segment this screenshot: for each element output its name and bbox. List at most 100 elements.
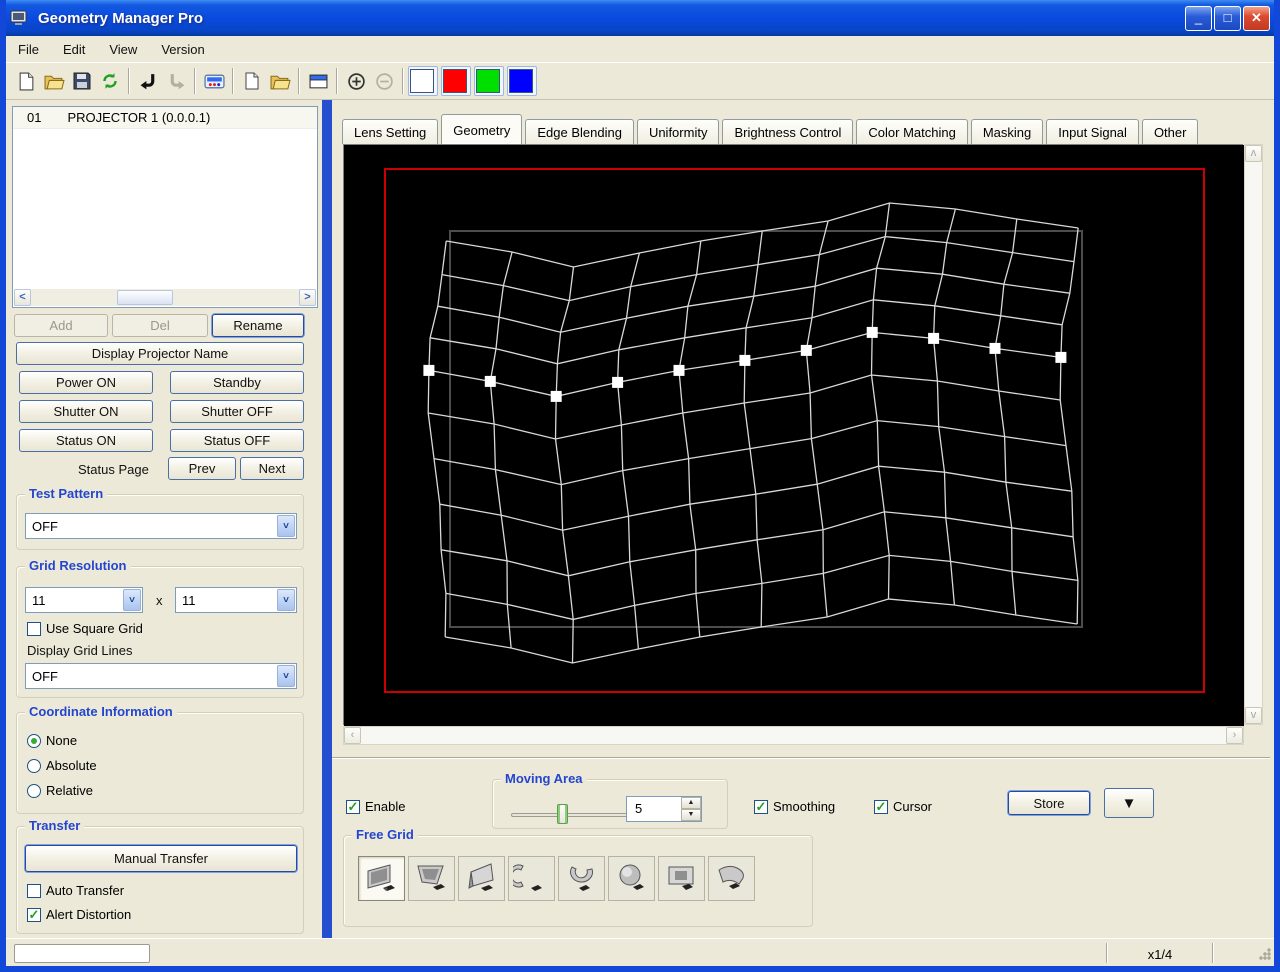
- tab-geometry[interactable]: Geometry: [441, 114, 523, 144]
- grid-v-select[interactable]: 11 ˅: [175, 587, 297, 613]
- smoothing-checkbox[interactable]: ✓ Smoothing: [754, 799, 835, 814]
- distortion-grid[interactable]: [344, 145, 1244, 726]
- refresh-icon[interactable]: [96, 67, 124, 95]
- spin-down-icon[interactable]: ▼: [681, 809, 701, 821]
- radio-circle[interactable]: [27, 758, 41, 773]
- free-grid-flat-screen-button[interactable]: [358, 856, 405, 901]
- chevron-down-icon[interactable]: ˅: [123, 589, 141, 611]
- new-document-icon[interactable]: [238, 67, 266, 95]
- free-grid-cylinder-concave-button[interactable]: [508, 856, 555, 901]
- checkbox-box[interactable]: [27, 883, 41, 898]
- menu-edit[interactable]: Edit: [51, 38, 97, 61]
- coordinate-radio-absolute[interactable]: Absolute: [27, 758, 97, 773]
- shutter-off-button[interactable]: Shutter OFF: [170, 400, 304, 423]
- blue-swatch[interactable]: [507, 66, 537, 96]
- display-grid-lines-select[interactable]: OFF ˅: [25, 663, 297, 689]
- display-projector-name-button[interactable]: Display Projector Name: [16, 342, 304, 365]
- tab-masking[interactable]: Masking: [970, 119, 1044, 144]
- coordinate-radio-none[interactable]: None: [27, 733, 77, 748]
- standby-button[interactable]: Standby: [170, 371, 304, 394]
- red-swatch[interactable]: [441, 66, 471, 96]
- manual-transfer-button[interactable]: Manual Transfer: [25, 845, 297, 872]
- add-button[interactable]: Add: [14, 314, 108, 337]
- tab-uniformity[interactable]: Uniformity: [636, 119, 720, 144]
- checkbox-box[interactable]: [27, 621, 41, 636]
- canvas-vscrollbar[interactable]: ᴧ ᴠ: [1244, 144, 1263, 725]
- del-button[interactable]: Del: [112, 314, 208, 337]
- open-file-icon[interactable]: [40, 67, 68, 95]
- close-button[interactable]: ✕: [1243, 6, 1270, 31]
- status-page-prev-button[interactable]: Prev: [168, 457, 236, 480]
- save-file-icon[interactable]: [68, 67, 96, 95]
- coordinate-radio-relative[interactable]: Relative: [27, 783, 93, 798]
- store-menu-button[interactable]: ▼: [1104, 788, 1154, 818]
- tab-other[interactable]: Other: [1141, 119, 1199, 144]
- window-icon[interactable]: [304, 67, 332, 95]
- projector-list-item[interactable]: 01 PROJECTOR 1 (0.0.0.1): [13, 107, 317, 129]
- status-on-button[interactable]: Status ON: [19, 429, 153, 452]
- zoom-in-icon[interactable]: [342, 67, 370, 95]
- geometry-canvas[interactable]: [343, 144, 1244, 726]
- alert-distortion-checkbox[interactable]: ✓ Alert Distortion: [27, 907, 131, 922]
- minimize-button[interactable]: _: [1185, 6, 1212, 31]
- moving-area-spinner[interactable]: 5 ▲ ▼: [626, 796, 702, 822]
- remote-control-icon[interactable]: [200, 67, 228, 95]
- menu-version[interactable]: Version: [149, 38, 216, 61]
- store-button[interactable]: Store: [1008, 791, 1090, 815]
- tab-brightness-control[interactable]: Brightness Control: [722, 119, 854, 144]
- open-folder-icon[interactable]: [266, 67, 294, 95]
- scroll-up-icon[interactable]: ᴧ: [1245, 145, 1262, 162]
- checkbox-box[interactable]: ✓: [346, 799, 360, 814]
- spin-up-icon[interactable]: ▲: [681, 797, 701, 809]
- scroll-left-icon[interactable]: ‹: [344, 727, 361, 744]
- checkbox-box[interactable]: ✓: [27, 907, 41, 922]
- scroll-right-icon[interactable]: >: [299, 289, 316, 306]
- free-grid-cylinder-vertical-button[interactable]: [558, 856, 605, 901]
- auto-transfer-checkbox[interactable]: Auto Transfer: [27, 883, 124, 898]
- chevron-down-icon[interactable]: ˅: [277, 515, 295, 537]
- chevron-down-icon[interactable]: ˅: [277, 589, 295, 611]
- zoom-out-icon[interactable]: [370, 67, 398, 95]
- new-file-icon[interactable]: [12, 67, 40, 95]
- undo-icon[interactable]: [134, 67, 162, 95]
- redo-icon[interactable]: [162, 67, 190, 95]
- scroll-thumb[interactable]: [117, 290, 173, 305]
- radio-circle[interactable]: [27, 733, 41, 748]
- free-grid-angled-screen-button[interactable]: [458, 856, 505, 901]
- radio-circle[interactable]: [27, 783, 41, 798]
- cursor-checkbox[interactable]: ✓ Cursor: [874, 799, 932, 814]
- use-square-grid-checkbox[interactable]: Use Square Grid: [27, 621, 143, 636]
- free-grid-tilted-screen-button[interactable]: [408, 856, 455, 901]
- shutter-on-button[interactable]: Shutter ON: [19, 400, 153, 423]
- chevron-down-icon[interactable]: ˅: [277, 665, 295, 687]
- resize-grip[interactable]: [1258, 947, 1272, 961]
- tab-edge-blending[interactable]: Edge Blending: [525, 119, 634, 144]
- green-swatch[interactable]: [474, 66, 504, 96]
- power-on-button[interactable]: Power ON: [19, 371, 153, 394]
- moving-area-slider-thumb[interactable]: [557, 804, 568, 824]
- tab-lens-setting[interactable]: Lens Setting: [342, 119, 439, 144]
- rename-button[interactable]: Rename: [212, 314, 304, 337]
- scroll-down-icon[interactable]: ᴠ: [1245, 707, 1262, 724]
- menu-file[interactable]: File: [6, 38, 51, 61]
- free-grid-rear-screen-button[interactable]: [658, 856, 705, 901]
- projector-list-hscrollbar[interactable]: < >: [14, 289, 316, 306]
- scroll-right-icon[interactable]: ›: [1226, 727, 1243, 744]
- white-swatch[interactable]: [408, 66, 438, 96]
- checkbox-box[interactable]: ✓: [874, 799, 888, 814]
- grid-h-select[interactable]: 11 ˅: [25, 587, 143, 613]
- scroll-left-icon[interactable]: <: [14, 289, 31, 306]
- free-grid-sphere-button[interactable]: [608, 856, 655, 901]
- checkbox-box[interactable]: ✓: [754, 799, 768, 814]
- status-page-next-button[interactable]: Next: [240, 457, 304, 480]
- enable-checkbox[interactable]: ✓ Enable: [346, 799, 405, 814]
- canvas-hscrollbar[interactable]: ‹ ›: [343, 726, 1244, 745]
- tab-color-matching[interactable]: Color Matching: [856, 119, 968, 144]
- free-grid-curved-ribbon-button[interactable]: [708, 856, 755, 901]
- maximize-button[interactable]: □: [1214, 6, 1241, 31]
- tab-input-signal[interactable]: Input Signal: [1046, 119, 1139, 144]
- projector-list[interactable]: 01 PROJECTOR 1 (0.0.0.1) < >: [12, 106, 318, 308]
- status-off-button[interactable]: Status OFF: [170, 429, 304, 452]
- splitter-bar[interactable]: [322, 100, 332, 938]
- menu-view[interactable]: View: [97, 38, 149, 61]
